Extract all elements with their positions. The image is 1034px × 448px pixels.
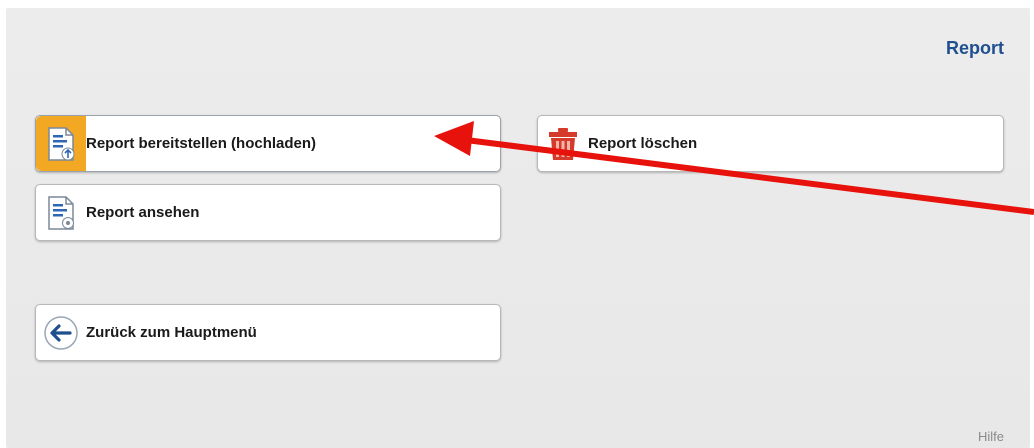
view-report-button[interactable]: Report ansehen (35, 184, 501, 241)
help-link[interactable]: Hilfe (978, 429, 1004, 444)
document-upload-icon (36, 116, 86, 171)
delete-report-label: Report löschen (588, 135, 698, 152)
delete-report-button[interactable]: Report löschen (537, 115, 1004, 172)
arrow-left-circle-icon (36, 305, 86, 360)
page-title: Report (946, 38, 1004, 58)
trash-icon (538, 116, 588, 171)
report-screen: Report Report bereitstellen (hochladen) (6, 8, 1030, 448)
upload-report-label: Report bereitstellen (hochladen) (86, 135, 317, 152)
back-to-main-menu-button[interactable]: Zurück zum Hauptmenü (35, 304, 501, 361)
view-report-label: Report ansehen (86, 204, 200, 221)
document-view-icon (36, 185, 86, 240)
upload-report-button[interactable]: Report bereitstellen (hochladen) (35, 115, 501, 172)
back-to-main-menu-label: Zurück zum Hauptmenü (86, 324, 257, 341)
